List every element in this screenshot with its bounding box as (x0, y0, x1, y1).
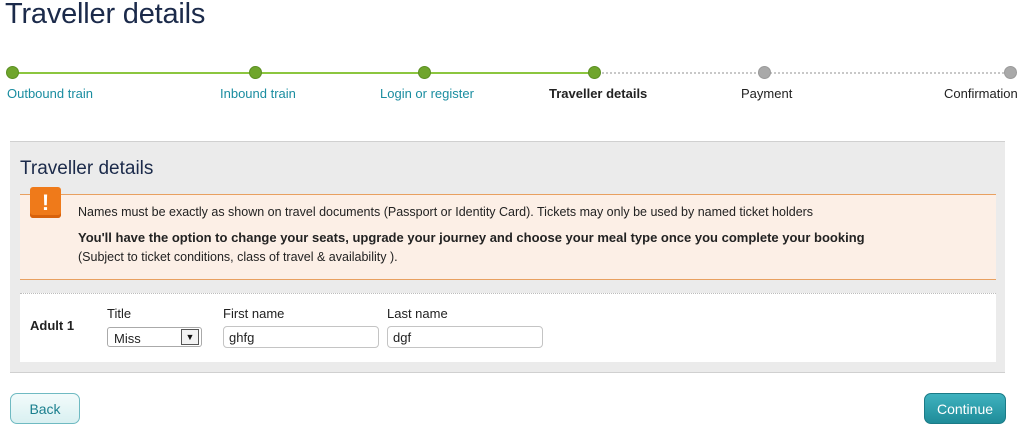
step-dot-login (418, 66, 431, 79)
continue-button[interactable]: Continue (924, 393, 1006, 424)
notice-line-options: You'll have the option to change your se… (78, 230, 865, 245)
notice-line-conditions: (Subject to ticket conditions, class of … (78, 250, 398, 264)
title-select-value: Miss (114, 331, 141, 346)
progress-bar: Outbound train Inbound train Login or re… (0, 62, 1024, 107)
chevron-down-icon[interactable]: ▼ (181, 329, 199, 345)
step-traveller-details: Traveller details (549, 86, 648, 101)
notice-box: ! Names must be exactly as shown on trav… (20, 187, 996, 280)
step-confirmation: Confirmation (944, 86, 1018, 101)
page-title: Traveller details (5, 0, 206, 30)
step-dot-outbound (6, 66, 19, 79)
step-inbound-train[interactable]: Inbound train (220, 86, 296, 101)
back-button[interactable]: Back (10, 393, 80, 424)
last-name-label: Last name (387, 306, 448, 321)
step-login-or-register[interactable]: Login or register (380, 86, 474, 101)
traveller-label: Adult 1 (30, 318, 75, 333)
warning-icon: ! (30, 187, 61, 218)
notice-line-names: Names must be exactly as shown on travel… (78, 205, 814, 219)
traveller-details-panel: Traveller details ! Names must be exactl… (10, 141, 1005, 373)
step-dot-payment (758, 66, 771, 79)
progress-track-remaining (595, 72, 1011, 74)
step-outbound-train[interactable]: Outbound train (7, 86, 93, 101)
step-dot-traveller (588, 66, 601, 79)
step-dot-inbound (249, 66, 262, 79)
title-label: Title (107, 306, 132, 321)
step-payment: Payment (741, 86, 793, 101)
first-name-field[interactable] (223, 326, 379, 348)
first-name-label: First name (223, 306, 285, 321)
step-dot-confirmation (1004, 66, 1017, 79)
last-name-field[interactable] (387, 326, 543, 348)
progress-track-complete (12, 72, 595, 74)
panel-title: Traveller details (20, 158, 154, 179)
title-select[interactable]: Miss ▼ (107, 327, 202, 347)
traveller-row-adult-1: Adult 1 Title Miss ▼ First name Last nam… (20, 293, 996, 362)
